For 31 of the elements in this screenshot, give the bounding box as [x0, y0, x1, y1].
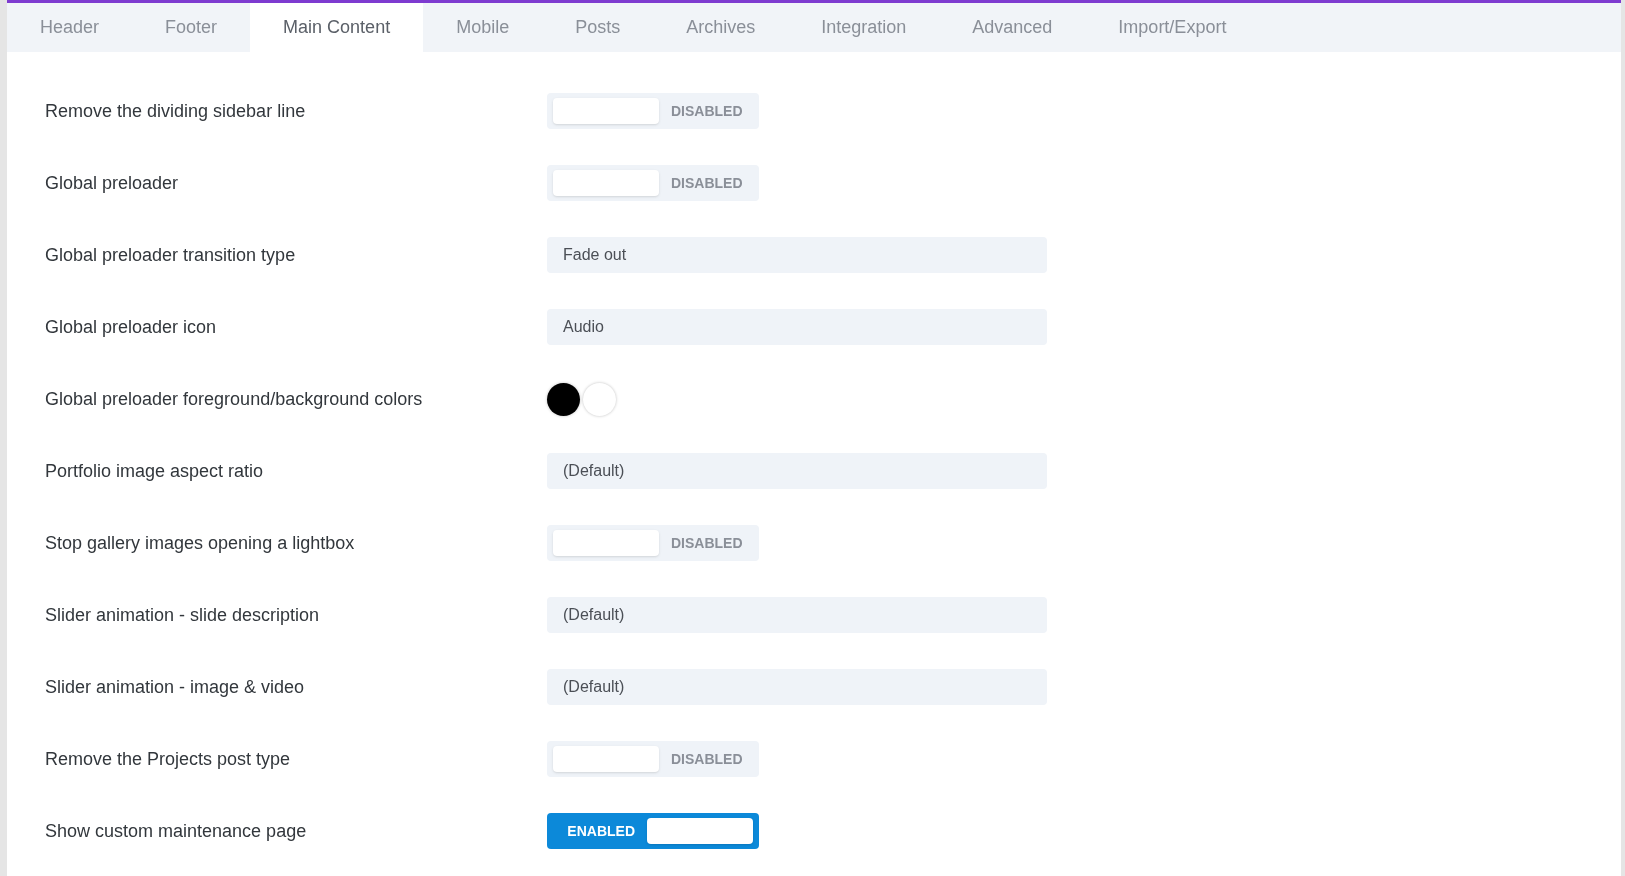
select-field[interactable]: (Default)	[547, 669, 1047, 705]
tab[interactable]: Main Content	[250, 3, 424, 52]
setting-label: Global preloader	[45, 171, 180, 195]
tab[interactable]: Posts	[542, 3, 654, 52]
color-swatch[interactable]	[547, 382, 580, 416]
setting-label: Slider animation - slide description	[45, 603, 321, 627]
setting-label: Global preloader foreground/background colors	[45, 387, 424, 411]
setting-label: Global preloader transition type	[45, 243, 297, 267]
tab[interactable]: Integration	[788, 3, 940, 52]
setting-label: Global preloader icon	[45, 315, 218, 339]
setting-label: Show custom maintenance page	[45, 819, 308, 843]
setting-label: Stop gallery images opening a lightbox	[45, 531, 356, 555]
setting-label: Remove the Projects post type	[45, 747, 292, 771]
setting-label: Remove the dividing sidebar line	[45, 99, 307, 123]
select-field[interactable]: (Default)	[547, 597, 1047, 633]
select-field[interactable]: (Default)	[547, 453, 1047, 489]
tab[interactable]: Archives	[653, 3, 789, 52]
select-field[interactable]: Fade out	[547, 237, 1047, 273]
tab[interactable]: Footer	[132, 3, 251, 52]
tab[interactable]: Advanced	[939, 3, 1086, 52]
select-field[interactable]: Audio	[547, 309, 1047, 345]
setting-label: Portfolio image aspect ratio	[45, 459, 265, 483]
toggle-switch[interactable]: DISABLED	[547, 525, 759, 561]
toggle-switch[interactable]: DISABLED	[547, 93, 759, 129]
tab[interactable]: Mobile	[423, 3, 543, 52]
setting-label: Slider animation - image & video	[45, 675, 306, 699]
tab[interactable]: Import/Export	[1085, 3, 1260, 52]
toggle-switch[interactable]: DISABLED	[547, 741, 759, 777]
tab[interactable]: Header	[7, 3, 133, 52]
toggle-switch[interactable]: ENABLED	[547, 813, 759, 849]
toggle-switch[interactable]: DISABLED	[547, 165, 759, 201]
